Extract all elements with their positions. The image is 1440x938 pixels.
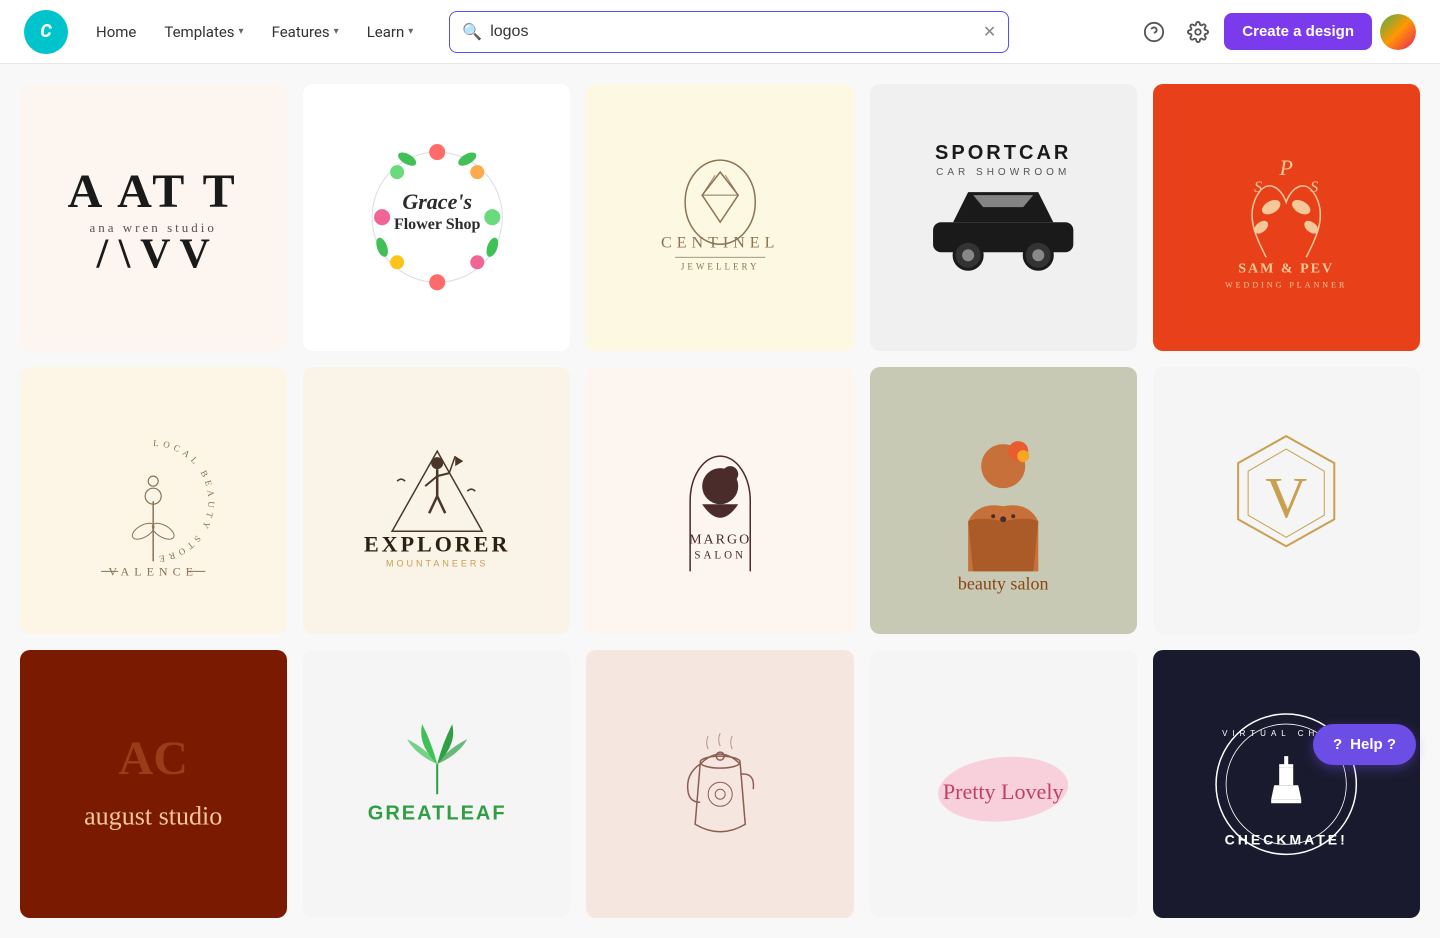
nav-item-features[interactable]: Features ▾	[260, 15, 351, 49]
template-card[interactable]	[586, 650, 853, 917]
svg-text:SAM & PEV: SAM & PEV	[1238, 262, 1334, 277]
svg-text:WEDDING PLANNER: WEDDING PLANNER	[1225, 281, 1347, 290]
logo-text: C	[40, 21, 51, 42]
template-card[interactable]: CENTINEL JEWELLERY	[586, 84, 853, 351]
svg-text:AC: AC	[119, 732, 188, 785]
svg-text:SALON: SALON	[694, 549, 746, 561]
avatar-image	[1380, 14, 1416, 50]
template-card[interactable]: VIRTUAL CHESS CHECKMATE!	[1153, 650, 1420, 917]
svg-text:MOUNTANEERS: MOUNTANEERS	[386, 558, 488, 568]
svg-text:JEWELLERY: JEWELLERY	[681, 262, 760, 272]
svg-text:EXPLORER: EXPLORER	[364, 531, 510, 556]
svg-text:S: S	[1254, 180, 1262, 197]
svg-text:GREATLEAF: GREATLEAF	[367, 802, 506, 824]
avatar[interactable]	[1380, 14, 1416, 50]
help-button[interactable]: ? Help ?	[1313, 724, 1416, 765]
svg-text:/ \ V V: / \ V V	[96, 232, 210, 278]
svg-text:Flower Shop: Flower Shop	[394, 217, 481, 234]
svg-text:VALENCE: VALENCE	[109, 564, 199, 578]
main-nav: Home Templates ▾ Features ▾ Learn ▾	[84, 15, 425, 49]
header-right: Create a design	[1136, 13, 1416, 50]
svg-text:Pretty Lovely: Pretty Lovely	[943, 779, 1064, 804]
template-card[interactable]: A AT T ana wren studio / \ V V	[20, 84, 287, 351]
nav-item-learn[interactable]: Learn ▾	[355, 15, 426, 49]
template-card[interactable]: V	[1153, 367, 1420, 634]
template-card[interactable]: beauty salon	[870, 367, 1137, 634]
template-card[interactable]: EXPLORER MOUNTANEERS	[303, 367, 570, 634]
svg-text:V: V	[1265, 465, 1307, 530]
svg-text:LOCAL BEAUTY STORE: LOCAL BEAUTY STORE	[153, 438, 217, 565]
chevron-down-icon: ▾	[408, 26, 413, 37]
svg-text:CHECKMATE!: CHECKMATE!	[1225, 831, 1348, 847]
template-grid: A AT T ana wren studio / \ V V Grace's	[0, 64, 1440, 938]
main-header: C Home Templates ▾ Features ▾ Learn ▾ 🔍 …	[0, 0, 1440, 64]
template-card[interactable]: Grace's Flower Shop	[303, 84, 570, 351]
template-card[interactable]: AC august studio	[20, 650, 287, 917]
svg-text:S: S	[1310, 180, 1318, 197]
settings-icon-button[interactable]	[1180, 14, 1216, 50]
svg-text:SPORTCAR: SPORTCAR	[935, 142, 1071, 164]
search-bar: 🔍 ✕	[449, 11, 1009, 53]
chevron-down-icon: ▾	[239, 26, 244, 37]
svg-text:august studio: august studio	[84, 801, 222, 830]
nav-item-templates[interactable]: Templates ▾	[152, 15, 255, 49]
help-icon-button[interactable]	[1136, 14, 1172, 50]
svg-text:CENTINEL: CENTINEL	[661, 235, 779, 252]
nav-item-home[interactable]: Home	[84, 15, 148, 49]
svg-text:Grace's: Grace's	[402, 190, 472, 215]
svg-text:beauty salon: beauty salon	[958, 573, 1049, 593]
search-clear-button[interactable]: ✕	[983, 22, 996, 41]
template-card[interactable]: Pretty Lovely	[870, 650, 1137, 917]
template-card[interactable]: GREATLEAF	[303, 650, 570, 917]
template-card[interactable]: P S S SAM & PEV WEDDING PLANNER	[1153, 84, 1420, 351]
template-card[interactable]: SPORTCAR CAR SHOWROOM	[870, 84, 1137, 351]
chevron-down-icon: ▾	[334, 26, 339, 37]
create-design-button[interactable]: Create a design	[1224, 13, 1372, 50]
template-card[interactable]: MARGO SALON	[586, 367, 853, 634]
svg-text:MARGO: MARGO	[689, 532, 751, 547]
svg-text:CAR SHOWROOM: CAR SHOWROOM	[936, 168, 1070, 179]
template-card[interactable]: LOCAL BEAUTY STORE VALENCE	[20, 367, 287, 634]
search-input[interactable]	[490, 23, 975, 41]
question-icon: ?	[1333, 736, 1342, 753]
svg-text:P: P	[1279, 156, 1293, 181]
search-icon: 🔍	[462, 22, 482, 41]
svg-text:A AT T: A AT T	[68, 166, 239, 219]
logo[interactable]: C	[24, 10, 68, 54]
